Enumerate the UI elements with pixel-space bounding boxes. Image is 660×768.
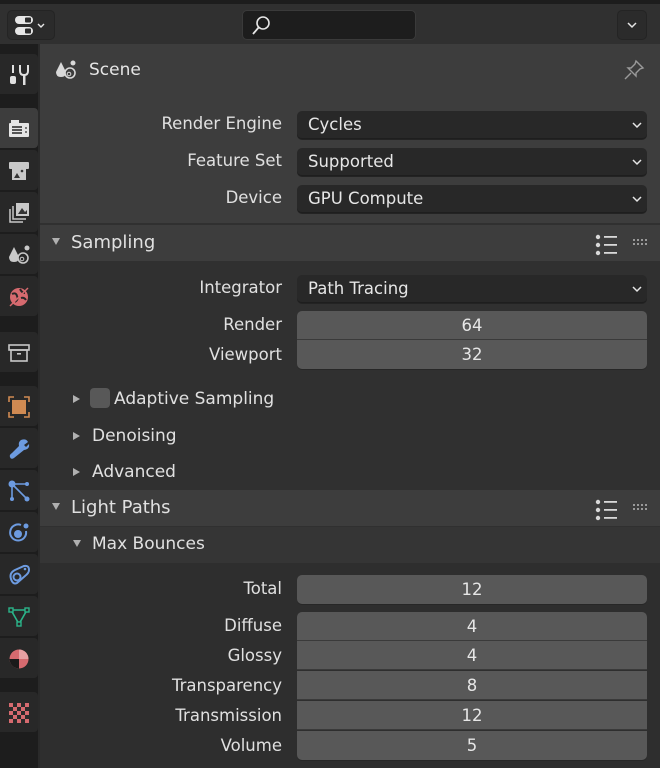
chevron-down-icon [627, 22, 637, 29]
search-input[interactable] [277, 15, 407, 35]
diffuse-bounces-field[interactable]: 4 [297, 612, 647, 641]
tab-tool[interactable] [0, 54, 38, 94]
triangle-down-icon [52, 503, 60, 510]
sampling-panel-header[interactable]: Sampling [40, 225, 660, 261]
light-paths-title: Light Paths [71, 497, 171, 518]
volume-bounces-field[interactable]: 5 [297, 731, 647, 760]
properties-tabs [0, 44, 38, 768]
render-engine-label: Render Engine [161, 114, 282, 133]
scene-icon [9, 245, 30, 264]
render-samples-field[interactable]: 64 [297, 311, 647, 340]
adaptive-sampling-subpanel[interactable]: Adaptive Sampling [40, 382, 660, 418]
material-icon [9, 649, 29, 669]
volume-bounces-label: Volume [220, 736, 282, 755]
viewport-samples-field[interactable]: 32 [297, 340, 647, 369]
transparency-bounces-label: Transparency [171, 676, 282, 695]
tab-view-layer[interactable] [0, 192, 38, 232]
diffuse-bounces-label: Diffuse [224, 616, 282, 635]
max-bounces-label: Max Bounces [92, 534, 205, 554]
triangle-right-icon [73, 395, 80, 403]
tab-render[interactable] [0, 108, 38, 148]
device-label: Device [225, 188, 282, 207]
world-icon [9, 287, 29, 307]
properties-header [0, 0, 660, 44]
tab-object[interactable] [0, 386, 38, 426]
sampling-title: Sampling [71, 232, 156, 253]
feature-set-value: Supported [308, 152, 394, 171]
tab-modifiers[interactable] [0, 428, 38, 468]
object-icon [8, 396, 30, 418]
search-field[interactable] [242, 10, 416, 40]
glossy-bounces-field[interactable]: 4 [297, 641, 647, 670]
wrench-icon [9, 439, 30, 459]
constraints-icon [9, 564, 31, 585]
device-value: GPU Compute [308, 189, 424, 208]
particles-icon [8, 480, 30, 502]
chevron-down-icon [632, 286, 642, 293]
presets-list-icon[interactable] [595, 234, 619, 256]
render-engine-dropdown[interactable]: Cycles [297, 111, 647, 139]
triangle-right-icon [73, 468, 80, 476]
denoising-label: Denoising [92, 426, 177, 446]
render-engine-value: Cycles [308, 115, 362, 134]
render-camera-icon [9, 120, 29, 137]
chevron-down-icon [632, 196, 642, 203]
drag-grip-icon[interactable] [633, 239, 649, 247]
transmission-bounces-field[interactable]: 12 [297, 701, 647, 730]
total-bounces-field[interactable]: 12 [297, 575, 647, 604]
transparency-bounces-field[interactable]: 8 [297, 671, 647, 700]
scene-icon [56, 60, 76, 79]
triangle-right-icon [73, 432, 80, 440]
tab-texture[interactable] [0, 692, 38, 732]
max-bounces-subpanel[interactable]: Max Bounces [40, 527, 660, 563]
options-dropdown-button[interactable] [617, 10, 647, 40]
tab-collection[interactable] [0, 332, 38, 372]
tab-constraints[interactable] [0, 554, 38, 594]
integrator-dropdown[interactable]: Path Tracing [297, 275, 647, 303]
feature-set-label: Feature Set [187, 151, 282, 170]
light-paths-panel-header[interactable]: Light Paths [40, 490, 660, 526]
tab-particles[interactable] [0, 470, 38, 510]
context-title: Scene [89, 60, 141, 80]
presets-list-icon[interactable] [595, 499, 619, 521]
adaptive-sampling-label: Adaptive Sampling [114, 389, 275, 409]
integrator-label: Integrator [199, 278, 282, 297]
physics-icon [9, 523, 29, 542]
tab-physics[interactable] [0, 512, 38, 552]
advanced-subpanel[interactable]: Advanced [40, 455, 660, 491]
glossy-bounces-label: Glossy [227, 646, 282, 665]
viewport-samples-label: Viewport [209, 345, 282, 364]
tab-world[interactable] [0, 276, 38, 316]
triangle-down-icon [73, 540, 81, 547]
triangle-down-icon [52, 238, 60, 245]
search-icon [252, 16, 270, 35]
drag-grip-icon[interactable] [633, 504, 649, 512]
properties-editor-icon [15, 16, 45, 35]
properties-main: Scene Render Engine Cycles Feature Set S… [40, 44, 660, 768]
view-layer-icon [9, 203, 29, 223]
mesh-data-icon [8, 607, 30, 627]
tab-data[interactable] [0, 596, 38, 636]
advanced-label: Advanced [92, 462, 176, 482]
pin-icon[interactable] [622, 58, 646, 82]
collection-box-icon [8, 344, 30, 362]
texture-checker-icon [9, 703, 29, 723]
tab-scene[interactable] [0, 234, 38, 274]
device-dropdown[interactable]: GPU Compute [297, 185, 647, 213]
tab-output[interactable] [0, 150, 38, 190]
output-printer-icon [9, 162, 29, 180]
adaptive-sampling-checkbox[interactable] [90, 388, 110, 408]
transmission-bounces-label: Transmission [175, 706, 282, 725]
integrator-value: Path Tracing [308, 279, 409, 298]
total-bounces-label: Total [243, 579, 282, 598]
chevron-down-icon [632, 159, 642, 166]
render-samples-label: Render [223, 315, 282, 334]
context-header: Scene [40, 44, 660, 96]
chevron-down-icon [632, 122, 642, 129]
editor-type-button[interactable] [7, 10, 55, 40]
feature-set-dropdown[interactable]: Supported [297, 148, 647, 176]
tab-material[interactable] [0, 638, 38, 678]
denoising-subpanel[interactable]: Denoising [40, 419, 660, 455]
tool-icon [10, 65, 29, 85]
